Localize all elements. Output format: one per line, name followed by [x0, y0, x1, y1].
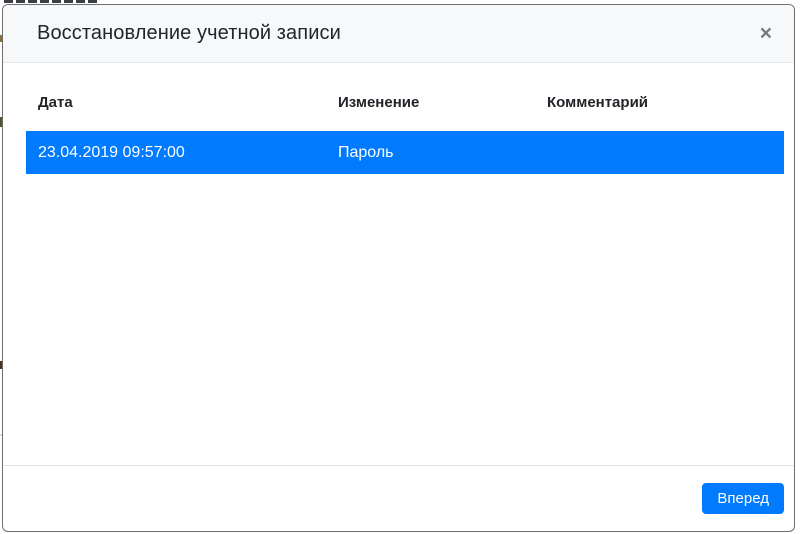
modal-header: Восстановление учетной записи ×	[3, 5, 794, 63]
background-text-fragment	[4, 0, 100, 3]
cell-comment[interactable]	[535, 129, 784, 174]
cell-change[interactable]: Пароль	[326, 129, 535, 174]
modal-body: Дата Изменение Комментарий 23.04.2019 09…	[3, 63, 794, 465]
column-header-comment: Комментарий	[535, 79, 784, 129]
history-table: Дата Изменение Комментарий 23.04.2019 09…	[26, 79, 784, 174]
modal-footer: Вперед	[3, 465, 794, 531]
close-icon[interactable]: ×	[756, 21, 776, 46]
cell-date[interactable]: 23.04.2019 09:57:00	[26, 129, 326, 174]
modal-title: Восстановление учетной записи	[37, 22, 341, 45]
account-recovery-modal: Восстановление учетной записи × Дата Изм…	[2, 4, 795, 532]
column-header-date: Дата	[26, 79, 326, 129]
table-row[interactable]: 23.04.2019 09:57:00 Пароль	[26, 129, 784, 174]
column-header-change: Изменение	[326, 79, 535, 129]
table-header-row: Дата Изменение Комментарий	[26, 79, 784, 129]
next-button[interactable]: Вперед	[702, 483, 784, 514]
